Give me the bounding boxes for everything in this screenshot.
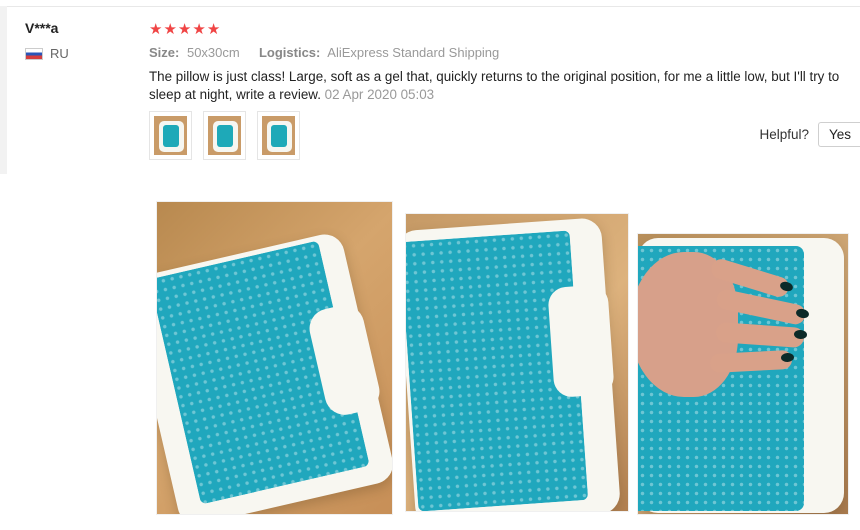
size-label: Size: (149, 45, 180, 60)
thumbnail-3[interactable] (257, 111, 300, 160)
review-card: V***a RU ★ ★ ★ ★ ★ Size: 50x30cm Logisti… (7, 6, 860, 175)
helpful-controls: Helpful? Yes (759, 122, 860, 147)
thumbnail-1[interactable] (149, 111, 192, 160)
review-text-block: The pillow is just class! Large, soft as… (149, 68, 854, 104)
reviewer-country: RU (25, 46, 69, 61)
country-code: RU (50, 46, 69, 61)
helpful-yes-button[interactable]: Yes (818, 122, 860, 147)
review-date: 02 Apr 2020 05:03 (324, 87, 435, 102)
thumbnail-image (262, 116, 295, 155)
review-left-strip (0, 6, 7, 174)
logistics-value: AliExpress Standard Shipping (327, 45, 500, 60)
review-thumbnails (149, 111, 300, 160)
star-icon: ★ (149, 21, 163, 38)
helpful-label: Helpful? (759, 127, 809, 142)
pillow-notch (547, 284, 615, 398)
star-icon: ★ (163, 21, 177, 38)
review-photo-3[interactable] (637, 233, 849, 515)
star-icon: ★ (177, 21, 192, 38)
review-photo-1[interactable] (156, 201, 393, 515)
russia-flag-icon (25, 47, 43, 60)
review-body: The pillow is just class! Large, soft as… (149, 69, 840, 102)
logistics-label: Logistics: (258, 45, 321, 60)
reviewer-name: V***a (25, 20, 59, 36)
star-icon: ★ (206, 21, 221, 38)
size-value: 50x30cm (186, 45, 240, 60)
thumbnail-2[interactable] (203, 111, 246, 160)
thumbnail-image (154, 116, 187, 155)
star-icon: ★ (192, 21, 206, 38)
star-rating: ★ ★ ★ ★ ★ (149, 22, 220, 37)
review-meta: Size: 50x30cm Logistics: AliExpress Stan… (149, 45, 499, 60)
thumbnail-image (208, 116, 241, 155)
review-photo-2[interactable] (405, 213, 629, 512)
